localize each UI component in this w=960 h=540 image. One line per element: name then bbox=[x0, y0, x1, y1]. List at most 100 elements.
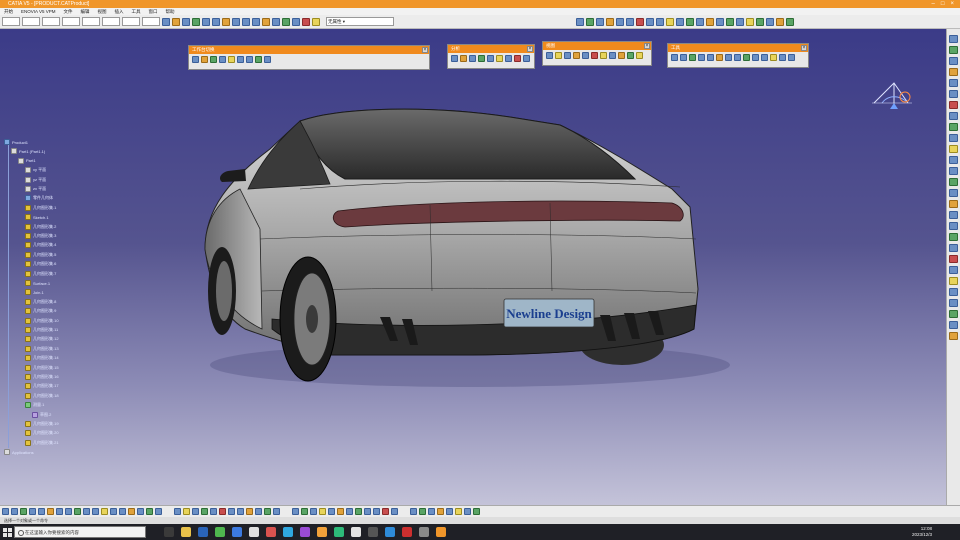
right-tool-icon-27[interactable] bbox=[949, 321, 958, 329]
view-icon-8[interactable] bbox=[609, 52, 616, 59]
taskbar-search-box[interactable]: 在这里输入你要搜索的内容 bbox=[14, 526, 146, 538]
panel-view[interactable]: 视图 × bbox=[542, 41, 652, 66]
right-tool-icon-21[interactable] bbox=[949, 255, 958, 263]
workbench-icon-7[interactable] bbox=[246, 56, 253, 63]
properties-icon[interactable] bbox=[182, 17, 190, 26]
right-tool-icon-19[interactable] bbox=[949, 233, 958, 241]
right-tool-icon-25[interactable] bbox=[949, 299, 958, 307]
bottom-tool-icon-40[interactable] bbox=[373, 508, 380, 515]
analysis-icon-4[interactable] bbox=[478, 55, 485, 62]
right-tool-icon-15[interactable] bbox=[949, 189, 958, 197]
app-icon-7[interactable] bbox=[266, 527, 276, 537]
tools-icon-8[interactable] bbox=[734, 54, 741, 61]
tree-node[interactable]: Surface.1 bbox=[25, 280, 50, 286]
bottom-tool-icon-10[interactable] bbox=[83, 508, 90, 515]
right-tool-icon-2[interactable] bbox=[949, 46, 958, 54]
sketcher-icon[interactable] bbox=[626, 17, 634, 26]
bottom-tool-icon-3[interactable] bbox=[20, 508, 27, 515]
bottom-tool-icon-16[interactable] bbox=[137, 508, 144, 515]
curve-icon[interactable] bbox=[696, 17, 704, 26]
tree-node[interactable]: Part1 (Part1.1) bbox=[11, 148, 45, 155]
tree-node[interactable]: 几何图形集.18 bbox=[25, 392, 59, 399]
tree-node[interactable]: 几何图形集.15 bbox=[25, 364, 59, 371]
panel-tools[interactable]: 工具 × bbox=[667, 43, 809, 68]
bottom-tool-icon-28[interactable] bbox=[255, 508, 262, 515]
pan-icon[interactable] bbox=[222, 17, 230, 26]
workbench-icon-5[interactable] bbox=[228, 56, 235, 63]
bottom-tool-icon-21[interactable] bbox=[192, 508, 199, 515]
view-icon-7[interactable] bbox=[600, 52, 607, 59]
right-tool-icon-12[interactable] bbox=[949, 156, 958, 164]
menu-item-window[interactable]: 窗口 bbox=[149, 9, 158, 15]
tools-icon-2[interactable] bbox=[680, 54, 687, 61]
measure-item-icon[interactable] bbox=[586, 17, 594, 26]
hide-show-icon[interactable] bbox=[292, 17, 300, 26]
bottom-tool-icon-33[interactable] bbox=[310, 508, 317, 515]
right-tool-icon-16[interactable] bbox=[949, 200, 958, 208]
bottom-tool-icon-29[interactable] bbox=[264, 508, 271, 515]
workbench-icon-9[interactable] bbox=[264, 56, 271, 63]
app-icon-11[interactable] bbox=[334, 527, 344, 537]
tree-node[interactable]: 几何图形集.20 bbox=[25, 430, 59, 437]
bottom-tool-icon-39[interactable] bbox=[364, 508, 371, 515]
bottom-tool-icon-19[interactable] bbox=[174, 508, 181, 515]
workbench-icon-4[interactable] bbox=[219, 56, 226, 63]
fly-icon[interactable] bbox=[202, 17, 210, 26]
toolbar-dropdown-3[interactable] bbox=[42, 17, 60, 26]
tree-node[interactable]: 几何图形集.14 bbox=[25, 355, 59, 362]
blend-icon[interactable] bbox=[786, 17, 794, 26]
tools-icon-3[interactable] bbox=[689, 54, 696, 61]
tools-icon-9[interactable] bbox=[743, 54, 750, 61]
tree-node[interactable]: xy 平面 bbox=[25, 167, 46, 174]
analysis-icon-1[interactable] bbox=[451, 55, 458, 62]
task-view-icon[interactable] bbox=[164, 527, 174, 537]
bottom-tool-icon-31[interactable] bbox=[292, 508, 299, 515]
tree-node[interactable]: 零件几何体 bbox=[25, 195, 53, 202]
panel-workbench[interactable]: 工作台切换 × bbox=[188, 45, 430, 70]
tree-node[interactable]: 几何图形集.13 bbox=[25, 345, 59, 352]
line-icon[interactable] bbox=[686, 17, 694, 26]
zoom-in-icon[interactable] bbox=[242, 17, 250, 26]
analysis-icon-5[interactable] bbox=[487, 55, 494, 62]
analysis-icon-9[interactable] bbox=[523, 55, 530, 62]
menu-item-insert[interactable]: 插入 bbox=[115, 9, 124, 15]
toolbar-dropdown-5[interactable] bbox=[82, 17, 100, 26]
plane-icon[interactable] bbox=[666, 17, 674, 26]
bottom-tool-icon-22[interactable] bbox=[201, 508, 208, 515]
view-icon-4[interactable] bbox=[573, 52, 580, 59]
bottom-tool-icon-7[interactable] bbox=[56, 508, 63, 515]
tree-node[interactable]: 几何图形集.9 bbox=[25, 308, 56, 315]
bottom-tool-icon-27[interactable] bbox=[246, 508, 253, 515]
workbench-icon-2[interactable] bbox=[201, 56, 208, 63]
bottom-tool-icon-50[interactable] bbox=[473, 508, 480, 515]
right-tool-icon-28[interactable] bbox=[949, 332, 958, 340]
tools-icon-13[interactable] bbox=[779, 54, 786, 61]
file-explorer-icon[interactable] bbox=[181, 527, 191, 537]
toolbar-dropdown-8[interactable] bbox=[142, 17, 160, 26]
view-icon-6[interactable] bbox=[591, 52, 598, 59]
measure-between-icon[interactable] bbox=[576, 17, 584, 26]
trim-icon[interactable] bbox=[736, 17, 744, 26]
panel-view-header[interactable]: 视图 × bbox=[543, 42, 651, 50]
toolbar-dropdown-7[interactable] bbox=[122, 17, 140, 26]
point-icon[interactable] bbox=[676, 17, 684, 26]
panel-tools-header[interactable]: 工具 × bbox=[668, 44, 808, 52]
browser-icon[interactable] bbox=[232, 527, 242, 537]
view-icon-10[interactable] bbox=[627, 52, 634, 59]
right-tool-icon-14[interactable] bbox=[949, 178, 958, 186]
view-icon-2[interactable] bbox=[555, 52, 562, 59]
tools-icon-5[interactable] bbox=[707, 54, 714, 61]
workbench-icon-8[interactable] bbox=[255, 56, 262, 63]
rotate-icon[interactable] bbox=[232, 17, 240, 26]
tree-node[interactable]: Join.1 bbox=[25, 289, 44, 296]
shading-icon[interactable] bbox=[282, 17, 290, 26]
bottom-tool-icon-25[interactable] bbox=[228, 508, 235, 515]
bottom-tool-icon-30[interactable] bbox=[273, 508, 280, 515]
bottom-tool-icon-2[interactable] bbox=[11, 508, 18, 515]
swap-space-icon[interactable] bbox=[302, 17, 310, 26]
panel-workbench-header[interactable]: 工作台切换 × bbox=[189, 46, 429, 54]
right-tool-icon-11[interactable] bbox=[949, 145, 958, 153]
right-tool-icon-26[interactable] bbox=[949, 310, 958, 318]
bottom-tool-icon-11[interactable] bbox=[92, 508, 99, 515]
workbench-icon-3[interactable] bbox=[210, 56, 217, 63]
